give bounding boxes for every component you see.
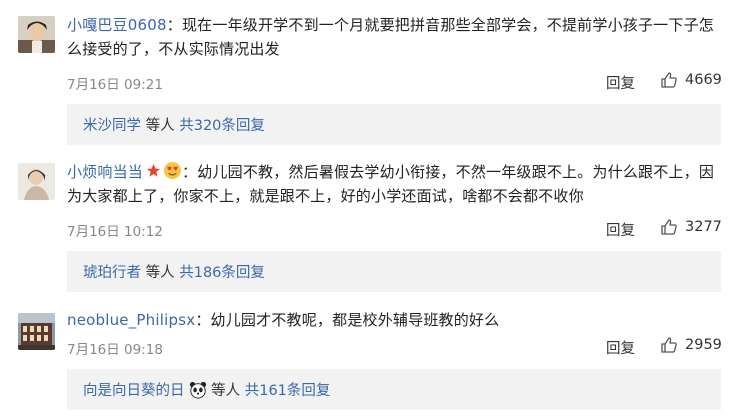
timestamp: 7月16日 09:21 xyxy=(67,77,163,93)
thumb-up-icon xyxy=(661,337,677,353)
reply-button[interactable]: 回复 xyxy=(606,72,635,93)
timestamp: 7月16日 10:12 xyxy=(67,224,163,240)
like-button[interactable]: 4669 xyxy=(660,71,722,89)
reply-count-link[interactable]: 共161条回复 xyxy=(245,379,331,400)
thumb-up-icon xyxy=(661,72,677,88)
username-link[interactable]: 小烦响当当 xyxy=(67,163,143,181)
comment-text: neoblue_Philipsx：幼儿园才不教呢，都是校外辅导班教的好么 xyxy=(67,308,718,332)
panda-emoji-icon xyxy=(189,381,206,399)
reply-user-link[interactable]: 琥珀行者 xyxy=(83,261,141,282)
thumb-up-icon xyxy=(661,219,677,235)
comment-content: ：幼儿园才不教呢，都是校外辅导班教的好么 xyxy=(195,311,500,329)
reply-count-link[interactable]: 共186条回复 xyxy=(179,261,265,282)
reply-summary[interactable]: 向是向日葵的日 等人 共161条回复 xyxy=(67,369,721,410)
reply-mid-text: 等人 xyxy=(141,118,180,134)
username-link[interactable]: neoblue_Philipsx xyxy=(67,311,195,329)
reply-user-link[interactable]: 向是向日葵的日 xyxy=(83,379,185,400)
username-link[interactable]: 小嘎巴豆0608 xyxy=(67,16,167,34)
like-count: 4669 xyxy=(685,72,722,88)
avatar[interactable] xyxy=(18,163,55,200)
like-button[interactable]: 2959 xyxy=(660,336,722,354)
like-count: 2959 xyxy=(685,337,722,353)
avatar[interactable] xyxy=(18,313,55,350)
reply-button[interactable]: 回复 xyxy=(606,219,635,240)
reply-mid-text: 等人 xyxy=(206,383,245,399)
reply-button[interactable]: 回复 xyxy=(606,337,635,358)
comment-text: 小嘎巴豆0608：现在一年级开学不到一个月就要把拼音那些全部学会，不提前学小孩子… xyxy=(67,13,718,61)
like-count: 3277 xyxy=(685,219,722,235)
comment-text: 小烦响当当 ：幼儿园不教，然后暑假去学幼小衔接，不然一年级跟不上。为什么跟不上，因… xyxy=(67,160,718,208)
reply-count-link[interactable]: 共320条回复 xyxy=(179,114,265,135)
reply-summary[interactable]: 米沙同学 等人 共320条回复 xyxy=(67,104,721,145)
timestamp: 7月16日 09:18 xyxy=(67,342,163,358)
reply-user-link[interactable]: 米沙同学 xyxy=(83,114,141,135)
star-badge-icon xyxy=(146,163,161,177)
like-button[interactable]: 3277 xyxy=(660,218,722,236)
avatar[interactable] xyxy=(18,16,55,53)
reply-summary[interactable]: 琥珀行者 等人 共186条回复 xyxy=(67,251,721,292)
reply-mid-text: 等人 xyxy=(141,265,180,281)
heart-eyes-emoji-icon xyxy=(163,161,182,180)
